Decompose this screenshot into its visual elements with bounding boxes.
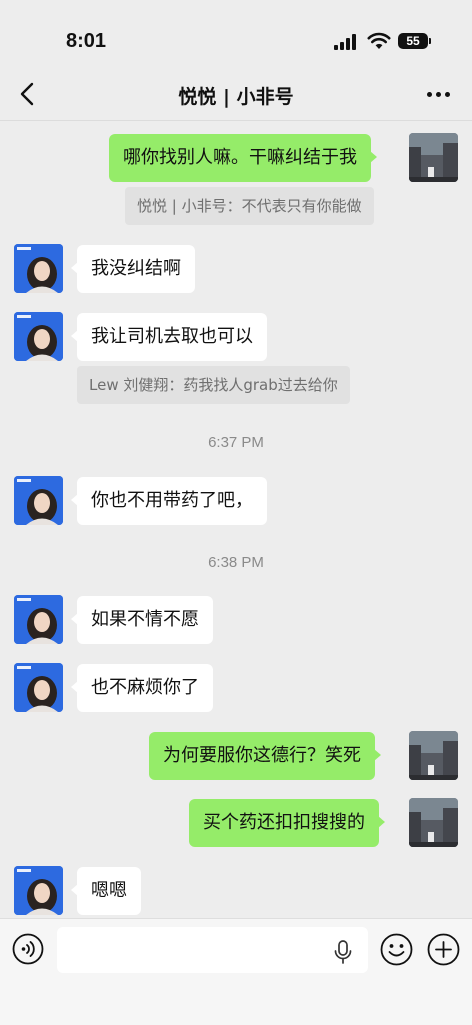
- microphone-icon[interactable]: [333, 940, 353, 964]
- battery-indicator: 55: [398, 33, 428, 49]
- timestamp: 6:38 PM: [208, 554, 264, 571]
- self-avatar-photo: [409, 798, 458, 847]
- avatar[interactable]: [409, 798, 458, 847]
- avatar[interactable]: [14, 244, 63, 293]
- self-avatar-photo: [409, 133, 458, 182]
- chat-title: 悦悦 | 小非号: [178, 86, 294, 108]
- contact-avatar-photo: [14, 595, 63, 644]
- timestamp: 6:37 PM: [208, 434, 264, 451]
- contact-avatar-photo: [14, 476, 63, 525]
- wifi-icon: [367, 32, 391, 49]
- message-bubble-received[interactable]: 如果不情不愿: [71, 596, 213, 644]
- chat-area[interactable]: 哪你找别人嘛。干嘛纠结于我 悦悦 | 小非号：不代表只有你能做 我没纠结啊 我让…: [0, 121, 472, 918]
- message-bubble-received[interactable]: 嗯嗯: [71, 867, 141, 915]
- input-bar: [0, 918, 472, 1025]
- emoji-icon: [380, 933, 413, 966]
- message-bubble-sent[interactable]: 买个药还扣扣搜搜的: [189, 799, 385, 847]
- avatar[interactable]: [14, 663, 63, 712]
- quoted-message[interactable]: 悦悦 | 小非号：不代表只有你能做: [125, 187, 374, 225]
- avatar[interactable]: [14, 595, 63, 644]
- message-input[interactable]: [57, 927, 368, 973]
- status-time: 8:01: [66, 30, 107, 52]
- avatar[interactable]: [14, 312, 63, 361]
- signal-icon: [334, 34, 360, 50]
- avatar[interactable]: [409, 731, 458, 780]
- avatar[interactable]: [14, 866, 63, 915]
- voice-icon: [12, 933, 44, 965]
- more-button[interactable]: [422, 80, 456, 108]
- contact-avatar-photo: [14, 244, 63, 293]
- nav-bar: 悦悦 | 小非号: [0, 70, 472, 121]
- more-dots-icon: [427, 92, 432, 97]
- contact-avatar-photo: [14, 312, 63, 361]
- more-functions-button[interactable]: [427, 933, 460, 966]
- contact-avatar-photo: [14, 663, 63, 712]
- message-bubble-received[interactable]: 你也不用带药了吧，: [71, 477, 267, 525]
- quoted-message[interactable]: Lew 刘健翔：药我找人grab过去给你: [77, 366, 350, 404]
- plus-icon: [427, 933, 460, 966]
- self-avatar-photo: [409, 731, 458, 780]
- message-bubble-received[interactable]: 我让司机去取也可以: [71, 313, 267, 361]
- voice-button[interactable]: [12, 933, 44, 965]
- avatar[interactable]: [409, 133, 458, 182]
- message-bubble-received[interactable]: 也不麻烦你了: [71, 664, 213, 712]
- battery-cap: [429, 38, 431, 44]
- contact-avatar-photo: [14, 866, 63, 915]
- message-bubble-sent[interactable]: 哪你找别人嘛。干嘛纠结于我: [109, 134, 377, 182]
- status-bar: 8:01 55: [0, 0, 472, 70]
- avatar[interactable]: [14, 476, 63, 525]
- message-bubble-sent[interactable]: 为何要服你这德行？笑死: [149, 732, 381, 780]
- emoji-button[interactable]: [380, 933, 413, 966]
- message-bubble-received[interactable]: 我没纠结啊: [71, 245, 195, 293]
